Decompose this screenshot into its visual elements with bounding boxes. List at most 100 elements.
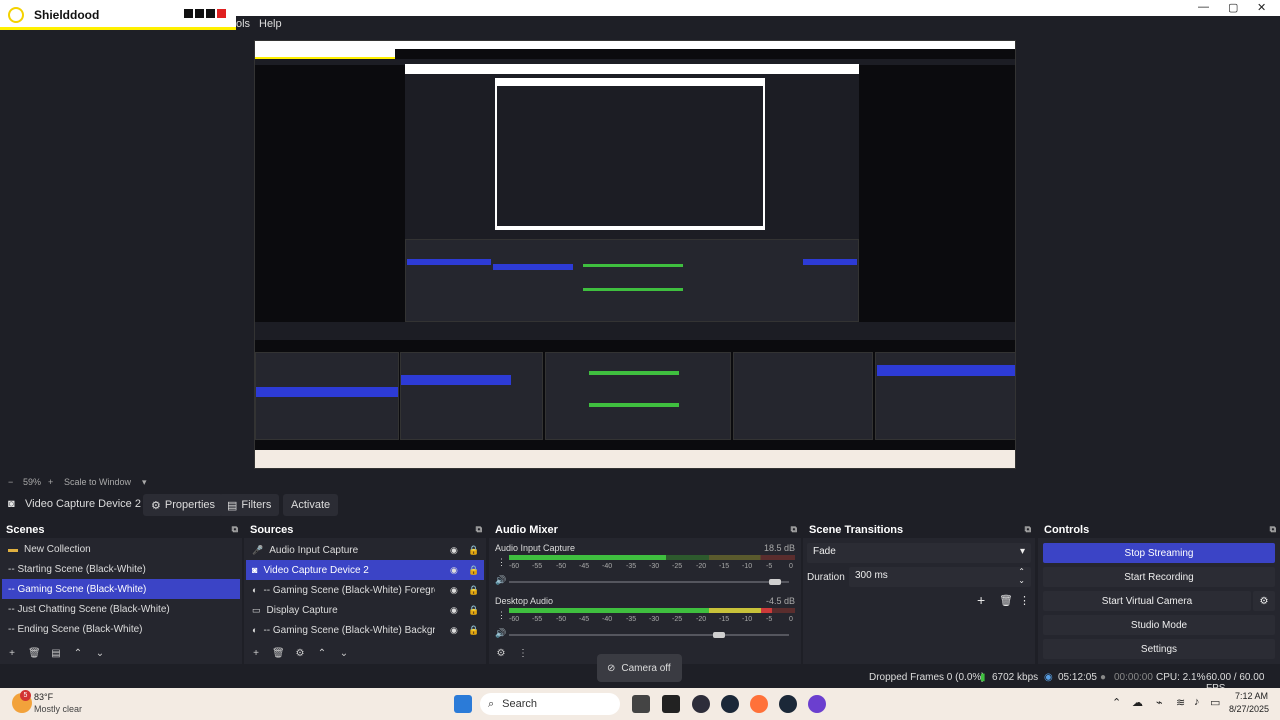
steam-icon[interactable] xyxy=(721,695,739,713)
source-item[interactable]: 🎤 Audio Input Capture ◉ 🔒 xyxy=(246,540,484,560)
trash-icon[interactable]: 🗑 xyxy=(28,648,41,659)
filters-button[interactable]: ▤ Filters xyxy=(219,494,280,516)
menu-item-tools[interactable]: ols xyxy=(236,18,250,30)
source-label: Display Capture xyxy=(266,604,338,616)
firefox-icon[interactable] xyxy=(750,695,768,713)
steam-icon[interactable] xyxy=(779,695,797,713)
wifi-icon[interactable]: ≋ xyxy=(1176,696,1185,709)
app-icon[interactable] xyxy=(662,695,680,713)
visibility-eye-icon[interactable]: ◉ xyxy=(450,605,458,616)
source-item[interactable]: ▭ Display Capture ◉ 🔒 xyxy=(246,600,484,620)
scale-mode-label[interactable]: Scale to Window xyxy=(64,477,131,487)
channel-menu-icon[interactable]: ⋮ xyxy=(497,557,506,568)
visibility-eye-icon[interactable]: ◉ xyxy=(450,585,458,596)
spinner-icon[interactable]: ⌃ ⌄ xyxy=(1018,567,1025,585)
chevron-up-icon[interactable]: ⌃ xyxy=(72,648,84,659)
studio-mode-button[interactable]: Studio Mode xyxy=(1043,615,1275,635)
dock-undock-icon[interactable]: ⧉ xyxy=(791,524,797,535)
volume-slider[interactable] xyxy=(509,581,789,583)
volume-slider-knob[interactable] xyxy=(713,632,725,638)
meter-scale-label: -20 xyxy=(696,616,707,623)
dock-undock-icon[interactable]: ⧉ xyxy=(232,524,238,535)
zoom-bar: − 59% + Scale to Window ▾ xyxy=(0,476,1280,489)
minimize-button[interactable]: — xyxy=(1198,1,1209,13)
add-icon[interactable]: + xyxy=(977,592,985,608)
zoom-out-button[interactable]: − xyxy=(8,477,13,487)
advanced-audio-icon[interactable]: ⚙ xyxy=(495,648,507,659)
preview-canvas[interactable] xyxy=(254,40,1016,469)
trash-icon[interactable]: 🗑 xyxy=(999,594,1013,607)
battery-icon[interactable]: ▭ xyxy=(1210,696,1220,709)
app-icon[interactable] xyxy=(808,695,826,713)
zoom-in-button[interactable]: + xyxy=(48,477,53,487)
more-options-icon[interactable]: ⋮ xyxy=(1019,594,1030,607)
clock-date[interactable]: 8/27/2025 xyxy=(1229,704,1269,714)
settings-button[interactable]: Settings xyxy=(1043,639,1275,659)
tray-chevron-icon[interactable]: ⌃ xyxy=(1112,696,1121,709)
chevron-down-icon[interactable]: ⌄ xyxy=(338,648,350,659)
scene-item[interactable]: -- Ending Scene (Black-White) xyxy=(2,619,240,639)
filter-icon[interactable]: ▤ xyxy=(50,648,62,659)
add-icon[interactable]: + xyxy=(250,648,262,659)
lock-icon[interactable]: 🔒 xyxy=(468,605,479,616)
visibility-eye-icon[interactable]: ◉ xyxy=(450,625,458,636)
clock-time[interactable]: 7:12 AM xyxy=(1235,691,1268,701)
dock-undock-icon[interactable]: ⧉ xyxy=(1270,524,1276,535)
lock-icon[interactable]: 🔒 xyxy=(468,585,479,596)
chevron-up-icon[interactable]: ⌃ xyxy=(316,648,328,659)
meter-scale-label: -50 xyxy=(556,616,567,623)
gear-icon[interactable]: ⚙ xyxy=(294,648,306,659)
taskbar-search[interactable]: ⌕ Search xyxy=(480,693,620,715)
transitions-header: Scene Transitions ⧉ xyxy=(803,522,1035,538)
scene-item[interactable]: ▬ New Collection xyxy=(2,539,240,559)
volume-slider[interactable] xyxy=(509,634,789,636)
scene-item[interactable]: -- Starting Scene (Black-White) xyxy=(2,559,240,579)
start-virtual-camera-button[interactable]: Start Virtual Camera xyxy=(1043,591,1251,611)
meter-scale-label: -30 xyxy=(649,563,660,570)
activate-button[interactable]: Activate xyxy=(283,494,339,516)
scene-item[interactable]: -- Gaming Scene (Black-White) xyxy=(2,579,240,599)
notification-badge: 5 xyxy=(20,690,31,701)
source-item[interactable]: ◐ -- Gaming Scene (Black-White) Backgroun… xyxy=(246,620,484,640)
visibility-eye-icon[interactable]: ◉ xyxy=(450,565,458,576)
lock-icon[interactable]: 🔒 xyxy=(468,545,479,556)
add-icon[interactable]: + xyxy=(6,648,18,659)
meter-scale-label: -45 xyxy=(579,563,590,570)
scale-mode-dropdown-icon[interactable]: ▾ xyxy=(142,477,147,488)
lock-icon[interactable]: 🔒 xyxy=(468,565,479,576)
weather-desc: Mostly clear xyxy=(34,704,83,714)
lock-icon[interactable]: 🔒 xyxy=(468,625,479,636)
duration-input[interactable]: 300 ms ⌃ ⌄ xyxy=(849,567,1031,587)
visibility-eye-icon[interactable]: ◉ xyxy=(450,545,458,556)
speaker-icon[interactable]: 🔊 xyxy=(495,628,506,639)
more-options-icon[interactable]: ⋮ xyxy=(517,648,529,659)
cloud-icon[interactable]: ☁ xyxy=(1132,696,1143,709)
source-label: -- Gaming Scene (Black-White) Foreground… xyxy=(263,584,435,596)
start-recording-button[interactable]: Start Recording xyxy=(1043,567,1275,587)
volume-icon[interactable]: ♪ xyxy=(1194,696,1200,708)
source-item[interactable]: ◐ -- Gaming Scene (Black-White) Foregroun… xyxy=(246,580,484,600)
overlay-square-icon xyxy=(195,9,204,18)
scene-item[interactable]: -- Just Chatting Scene (Black-White) xyxy=(2,599,240,619)
chevron-down-icon[interactable]: ⌄ xyxy=(94,648,106,659)
close-button[interactable]: ✕ xyxy=(1257,1,1266,14)
menu-item-help[interactable]: Help xyxy=(259,18,282,30)
duration-label: Duration xyxy=(807,572,845,583)
obs-icon[interactable] xyxy=(692,695,710,713)
dock-undock-icon[interactable]: ⧉ xyxy=(476,524,482,535)
maximize-button[interactable]: ▢ xyxy=(1228,1,1238,14)
channel-menu-icon[interactable]: ⋮ xyxy=(497,610,506,621)
speaker-icon[interactable]: 🔊 xyxy=(495,575,506,586)
task-view-icon[interactable] xyxy=(632,695,650,713)
windows-start-icon[interactable] xyxy=(454,695,472,713)
virtual-camera-settings-button[interactable]: ⚙ xyxy=(1253,591,1275,611)
properties-button[interactable]: ⚙ Properties xyxy=(143,494,224,516)
transition-type-select[interactable]: Fade ▾ xyxy=(807,543,1031,563)
trash-icon[interactable]: 🗑 xyxy=(272,648,285,659)
dock-undock-icon[interactable]: ⧉ xyxy=(1025,524,1031,535)
stop-streaming-button[interactable]: Stop Streaming xyxy=(1043,543,1275,563)
usb-icon[interactable]: ⌁ xyxy=(1156,696,1163,709)
volume-slider-knob[interactable] xyxy=(769,579,781,585)
meter-scale-label: -40 xyxy=(602,616,613,623)
source-item[interactable]: ◙ Video Capture Device 2 ◉ 🔒 xyxy=(246,560,484,580)
